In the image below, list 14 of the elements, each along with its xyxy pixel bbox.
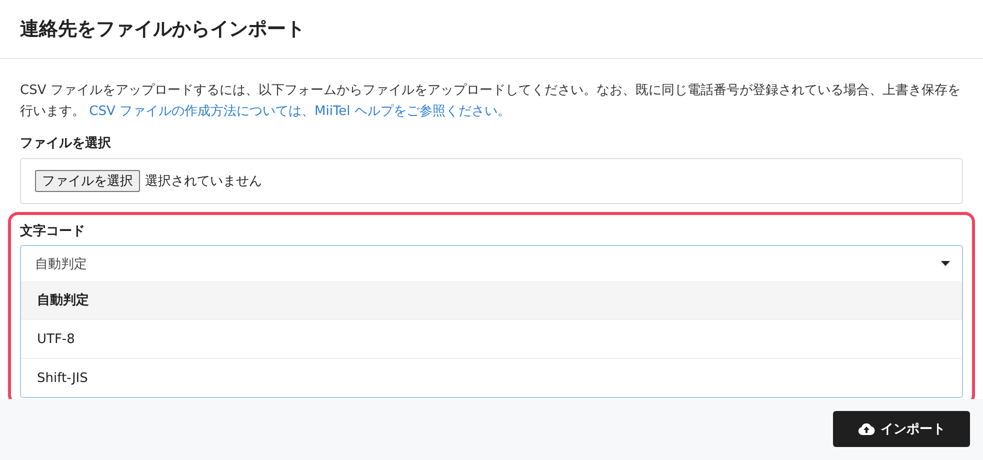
help-link[interactable]: CSV ファイルの作成方法については、MiiTel ヘルプをご参照ください。	[89, 104, 510, 119]
field-label: 文字コード	[20, 222, 86, 240]
encoding-select[interactable]: 自動判定	[21, 246, 962, 281]
intro-paragraph: CSV ファイルをアップロードするには、以下フォームからファイルをアップロードしてください。なお、既に同じ電話番号が登録されている場合、上書き保存を行います。 CSV ファイルの作成方法については、MiiTel ヘルプをご参照ください。	[20, 82, 962, 121]
file-status: 選択されていません	[145, 173, 262, 190]
dialog-title: 連絡先をファイルからインポート	[20, 17, 305, 42]
dropdown-option[interactable]: 自動判定	[21, 281, 962, 319]
field-label: ファイルを選択	[20, 135, 112, 152]
import-button[interactable]: インポート	[833, 411, 970, 447]
choose-file-button[interactable]: ファイルを選択	[35, 170, 140, 192]
cloud-upload-icon	[858, 423, 874, 435]
dropdown-option[interactable]: Shift-JIS	[21, 358, 962, 397]
caret-icon	[941, 261, 950, 266]
dropdown-option[interactable]: UTF-8	[21, 319, 962, 358]
